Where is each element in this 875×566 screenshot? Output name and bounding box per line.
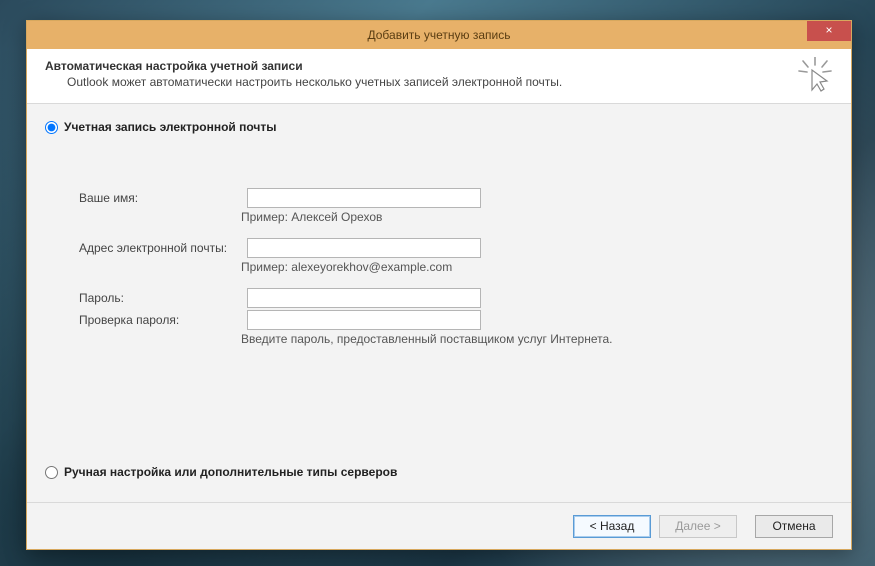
wizard-cursor-icon bbox=[797, 57, 833, 93]
label-password-confirm: Проверка пароля: bbox=[79, 313, 247, 327]
label-password: Пароль: bbox=[79, 291, 247, 305]
hint-name: Пример: Алексей Орехов bbox=[241, 210, 833, 224]
titlebar: Добавить учетную запись × bbox=[27, 21, 851, 49]
radio-manual-setup-input[interactable] bbox=[45, 466, 58, 479]
row-password-confirm: Проверка пароля: bbox=[79, 310, 833, 330]
close-button[interactable]: × bbox=[807, 21, 851, 41]
wizard-footer: < Назад Далее > Отмена bbox=[27, 503, 851, 549]
radio-email-account-label: Учетная запись электронной почты bbox=[64, 120, 277, 134]
header-subtitle: Outlook может автоматически настроить не… bbox=[67, 75, 833, 89]
radio-email-account[interactable]: Учетная запись электронной почты bbox=[45, 120, 833, 134]
input-password-confirm[interactable] bbox=[247, 310, 481, 330]
label-name: Ваше имя: bbox=[79, 191, 247, 205]
radio-email-account-input[interactable] bbox=[45, 121, 58, 134]
row-email: Адрес электронной почты: bbox=[79, 238, 833, 258]
hint-password: Введите пароль, предоставленный поставщи… bbox=[241, 332, 833, 346]
wizard-body: Учетная запись электронной почты Ваше им… bbox=[27, 104, 851, 503]
next-button[interactable]: Далее > bbox=[659, 515, 737, 538]
close-icon: × bbox=[825, 23, 832, 37]
wizard-header: Автоматическая настройка учетной записи … bbox=[27, 49, 851, 104]
window-title: Добавить учетную запись bbox=[27, 21, 851, 49]
header-title: Автоматическая настройка учетной записи bbox=[45, 59, 833, 73]
footer-separator bbox=[27, 502, 851, 503]
back-button[interactable]: < Назад bbox=[573, 515, 651, 538]
input-name[interactable] bbox=[247, 188, 481, 208]
input-email[interactable] bbox=[247, 238, 481, 258]
row-password: Пароль: bbox=[79, 288, 833, 308]
cancel-button[interactable]: Отмена bbox=[755, 515, 833, 538]
input-password[interactable] bbox=[247, 288, 481, 308]
add-account-dialog: Добавить учетную запись × Автоматическая… bbox=[26, 20, 852, 550]
hint-email: Пример: alexeyorekhov@example.com bbox=[241, 260, 833, 274]
radio-manual-setup[interactable]: Ручная настройка или дополнительные типы… bbox=[45, 465, 397, 479]
row-name: Ваше имя: bbox=[79, 188, 833, 208]
email-form: Ваше имя: Пример: Алексей Орехов Адрес э… bbox=[79, 188, 833, 346]
radio-manual-setup-label: Ручная настройка или дополнительные типы… bbox=[64, 465, 397, 479]
label-email: Адрес электронной почты: bbox=[79, 241, 247, 255]
